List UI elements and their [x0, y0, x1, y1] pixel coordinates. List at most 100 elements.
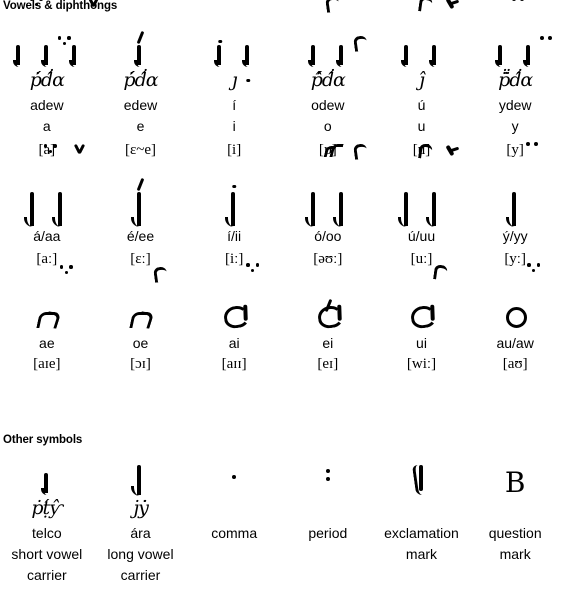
tengwar-telco-u2	[424, 23, 446, 69]
acute-tehta-icon	[134, 178, 146, 190]
vowels-section-title: Vowels & diphthongs	[3, 0, 118, 12]
tengwar-glyph-question: Β	[468, 455, 562, 497]
tengwar-glyph-comma	[187, 455, 281, 497]
long-vowel-cell-oo: ó/oo [əʊː]	[281, 166, 375, 275]
symbol-name-telco: telco	[32, 525, 62, 541]
symbol-desc1-question: mark	[499, 546, 531, 562]
period-colon-icon	[317, 451, 339, 497]
tengwar-lambe-ae	[34, 265, 73, 331]
romanization-ee: é/ee	[126, 228, 155, 244]
other-symbol-cell-question: Β question mark	[468, 455, 562, 586]
tengwar-glyph-group-ae	[0, 265, 94, 331]
tengwar-ara-oo2	[331, 180, 353, 227]
tengwar-glyph-group-yy	[468, 142, 562, 227]
tengwar-ara-uu1	[396, 180, 418, 227]
romanization-ei: ei	[322, 335, 334, 351]
romanization-adew: adew	[30, 97, 64, 113]
tengwar-glyph-exclamation	[375, 455, 469, 497]
diphthong-cell-ei: ei [eɪ]	[281, 275, 375, 380]
other-symbols-table: ṗṭ́ƴ̂ telco short vowel carrier ȷ̇ẏ̇ ára…	[0, 455, 562, 586]
tengwar-ring-au	[503, 263, 541, 331]
symbol-desc1-exclamation: mark	[405, 546, 438, 562]
tengwar-glyph-group-ee	[94, 166, 188, 227]
tengwar-word-telco: ṗṭ́ƴ̂	[31, 497, 63, 519]
tengwar-telco-i2	[237, 23, 259, 82]
tengwar-telco-o1	[303, 23, 325, 69]
letter-o: o	[323, 118, 332, 134]
symbol-name-ara: ára	[130, 525, 151, 541]
tengwar-ara-aa1	[22, 144, 57, 227]
tengwar-ara-uu2	[424, 180, 446, 227]
ipa-ei: [eɪ]	[317, 356, 339, 372]
tengwar-glyph-group-ei	[281, 275, 375, 331]
vowel-cell-y: ṗ̈̈ḋ́ɑ ydew y [y]	[468, 0, 562, 166]
romanization-oe: oe	[132, 335, 149, 351]
symbol-desc2-telco: carrier	[26, 567, 67, 583]
tengwar-telco-a2	[36, 23, 71, 69]
tengwar-word-odew: ṗ́̂ḋ́ɑ	[310, 69, 346, 91]
tengwar-ara-ii1	[223, 180, 245, 227]
tengwar-ara-carrier	[129, 457, 151, 497]
ipa-ui: [wiː]	[406, 356, 437, 372]
romanization-aa: á/aa	[33, 228, 61, 244]
vowel-cell-i: ȷ í i [i]	[187, 13, 281, 166]
romanization-oo: ó/oo	[314, 228, 342, 244]
other-symbol-cell-telco: ṗṭ́ƴ̂ telco short vowel carrier	[0, 455, 94, 586]
long-vowel-cell-yy: ý/yy [yː]	[468, 142, 562, 275]
tengwar-telco-u1	[396, 23, 418, 69]
ipa-ii: [iː]	[224, 251, 244, 267]
vowels-table: ṗ́̇ḋ́ɑ adew a [a] ṗ́́ḋ́ɑ edew e [ɛ~e] ȷ …	[0, 0, 562, 380]
tengwar-ara-yy1	[504, 142, 539, 227]
tengwar-anna-ai	[222, 263, 260, 331]
long-vowel-cell-uu: ú/uu [uː]	[375, 166, 469, 275]
vowel-cell-a: ṗ́̇ḋ́ɑ adew a [a]	[0, 0, 94, 166]
tengwar-glyph-group-aa	[0, 144, 94, 227]
tengwar-telco-a3	[64, 23, 86, 69]
tengwar-glyph-telco	[0, 455, 94, 497]
romanization-edew: edew	[123, 97, 158, 113]
tengwar-glyph-group-a	[0, 0, 94, 69]
comma-dot-icon	[223, 451, 245, 497]
tengwar-glyph-group-uu	[375, 166, 469, 227]
tengwar-ara-aa2	[50, 180, 72, 227]
romanization-u: ú	[417, 97, 426, 113]
romanization-odew: odew	[311, 97, 345, 113]
romanization-ui: ui	[416, 335, 427, 351]
tengwar-anna-ei	[316, 285, 345, 331]
tengwar-telco-carrier	[36, 451, 58, 497]
ipa-ai: [aɪɪ]	[221, 356, 247, 372]
symbol-desc1-telco: short vowel	[11, 546, 83, 562]
exclamation-swash-icon	[413, 465, 429, 497]
romanization-uu: ú/uu	[407, 228, 436, 244]
long-vowel-cell-ee: é/ee [ɛː]	[94, 166, 188, 275]
diphthong-cell-ae: ae [aɪe]	[0, 265, 94, 380]
tengwar-glyph-ara	[94, 455, 188, 497]
tengwar-glyph-group-y	[468, 0, 562, 69]
other-symbol-cell-exclamation: exclamation mark	[375, 455, 469, 586]
tengwar-telco-i1	[209, 23, 231, 69]
ipa-yy: [yː]	[504, 251, 526, 267]
symbol-desc2-ara: carrier	[120, 567, 161, 583]
acute-tehta-icon	[134, 31, 146, 43]
letter-u: u	[417, 118, 426, 134]
letter-a: a	[42, 118, 51, 134]
tengwar-glyph-period	[281, 455, 375, 497]
romanization-i: í	[232, 97, 237, 113]
other-symbol-cell-ara: ȷ̇ẏ̇ ára long vowel carrier	[94, 455, 188, 586]
symbol-name-exclamation: exclamation	[384, 525, 459, 541]
question-beta-icon: Β	[504, 466, 526, 499]
tengwar-glyph-group-e	[94, 13, 188, 69]
tengwar-glyph-group-oo	[281, 166, 375, 227]
ipa-e: [ɛ~e]	[124, 142, 157, 158]
tengwar-telco-o2	[331, 23, 353, 69]
tengwar-word-exclamation-placeholder	[375, 497, 469, 523]
romanization-ai: ai	[228, 335, 240, 351]
tengwar-glyph-group-ii	[187, 166, 281, 227]
tengwar-glyph-group-oe	[94, 275, 188, 331]
ipa-ee: [ɛː]	[130, 251, 151, 267]
tengwar-word-edew: ṗ́́ḋ́ɑ	[123, 69, 158, 91]
tengwar-word-ara: ȷ̇ẏ̇	[133, 497, 149, 519]
tengwar-glyph-group-o	[281, 13, 375, 69]
romanization-yy: ý/yy	[502, 228, 528, 244]
other-symbols-section-title: Other symbols	[3, 434, 83, 446]
